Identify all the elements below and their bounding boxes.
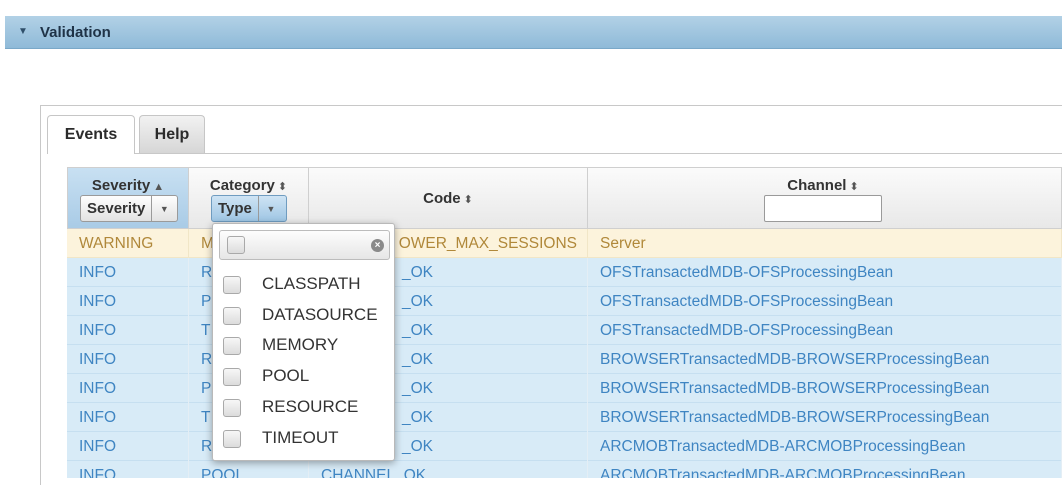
cell-channel: BROWSERTransactedMDB-BROWSERProcessingBe… <box>588 403 1062 432</box>
dropdown-option-timeout[interactable]: TIMEOUT <box>213 423 394 454</box>
dropdown-option-resource[interactable]: RESOURCE <box>213 392 394 423</box>
column-label-severity: Severity <box>91 177 151 194</box>
cell-severity: INFO <box>67 258 189 287</box>
chevron-down-icon[interactable]: ▼ <box>259 196 283 221</box>
dropdown-option-pool[interactable]: POOL <box>213 361 394 392</box>
cell-severity: INFO <box>67 374 189 403</box>
option-label: MEMORY <box>262 335 339 354</box>
cell-channel: BROWSERTransactedMDB-BROWSERProcessingBe… <box>588 345 1062 374</box>
collapse-triangle-icon[interactable]: ▼ <box>18 26 28 37</box>
cell-severity: INFO <box>67 316 189 345</box>
category-filter-select[interactable]: Type ▼ <box>211 195 287 222</box>
tab-bar: Events Help <box>47 115 1062 154</box>
validation-panel-header[interactable]: ▼ Validation <box>5 16 1062 49</box>
category-filter-dropdown: × CLASSPATH DATASOURCE MEMORY POOL RESOU… <box>212 223 395 461</box>
tab-events[interactable]: Events <box>47 115 135 154</box>
table-row[interactable]: INFO POOL CHANNEL_OK ARCMOBTransactedMDB… <box>67 461 1062 478</box>
close-icon[interactable]: × <box>371 239 384 252</box>
dropdown-option-datasource[interactable]: DATASOURCE <box>213 300 394 331</box>
cell-channel: ARCMOBTransactedMDB-ARCMOBProcessingBean <box>588 461 1062 478</box>
cell-channel: OFSTransactedMDB-OFSProcessingBean <box>588 316 1062 345</box>
chevron-down-icon[interactable]: ▼ <box>152 196 176 221</box>
column-label-category: Category <box>209 177 275 194</box>
sort-icon[interactable]: ⬍ <box>278 181 287 193</box>
cell-severity: INFO <box>67 432 189 461</box>
cell-severity: INFO <box>67 287 189 316</box>
dropdown-option-memory[interactable]: MEMORY <box>213 330 394 361</box>
option-label: RESOURCE <box>262 397 359 416</box>
select-all-checkbox[interactable] <box>227 236 245 254</box>
option-label: CLASSPATH <box>262 274 361 293</box>
cell-severity: INFO <box>67 345 189 374</box>
option-checkbox[interactable] <box>223 337 241 355</box>
cell-channel: BROWSERTransactedMDB-BROWSERProcessingBe… <box>588 374 1062 403</box>
column-label-channel: Channel <box>787 177 847 194</box>
cell-severity: INFO <box>67 461 189 478</box>
cell-severity: WARNING <box>67 229 189 258</box>
sort-ascending-icon[interactable]: ▲ <box>153 181 164 193</box>
column-header-severity[interactable]: Severity ▲ Severity ▼ <box>67 167 189 229</box>
tab-help[interactable]: Help <box>139 115 205 153</box>
cell-code: CHANNEL_OK <box>309 461 588 478</box>
dropdown-header: × <box>219 230 390 260</box>
option-checkbox[interactable] <box>223 307 241 325</box>
sort-icon[interactable]: ⬍ <box>464 194 473 206</box>
sort-icon[interactable]: ⬍ <box>849 181 858 193</box>
cell-channel: OFSTransactedMDB-OFSProcessingBean <box>588 258 1062 287</box>
cell-channel: Server <box>588 229 1062 258</box>
cell-severity: INFO <box>67 403 189 432</box>
severity-filter-value: Severity <box>81 196 153 221</box>
panel-title: Validation <box>40 24 111 41</box>
option-label: POOL <box>262 366 310 385</box>
severity-filter-select[interactable]: Severity ▼ <box>80 195 178 222</box>
category-filter-value: Type <box>212 196 259 221</box>
cell-channel: OFSTransactedMDB-OFSProcessingBean <box>588 287 1062 316</box>
option-label: TIMEOUT <box>262 428 339 447</box>
column-header-code[interactable]: Code ⬍ <box>309 167 588 229</box>
cell-category: POOL <box>189 461 309 478</box>
channel-filter-input[interactable] <box>764 195 882 222</box>
column-label-code: Code <box>423 190 461 207</box>
cell-channel: ARCMOBTransactedMDB-ARCMOBProcessingBean <box>588 432 1062 461</box>
option-checkbox[interactable] <box>223 368 241 386</box>
column-header-channel[interactable]: Channel ⬍ <box>588 167 1062 229</box>
column-header-category[interactable]: Category ⬍ Type ▼ <box>189 167 309 229</box>
dropdown-option-classpath[interactable]: CLASSPATH <box>213 269 394 300</box>
option-checkbox[interactable] <box>223 430 241 448</box>
option-checkbox[interactable] <box>223 276 241 294</box>
option-label: DATASOURCE <box>262 305 378 324</box>
option-checkbox[interactable] <box>223 399 241 417</box>
